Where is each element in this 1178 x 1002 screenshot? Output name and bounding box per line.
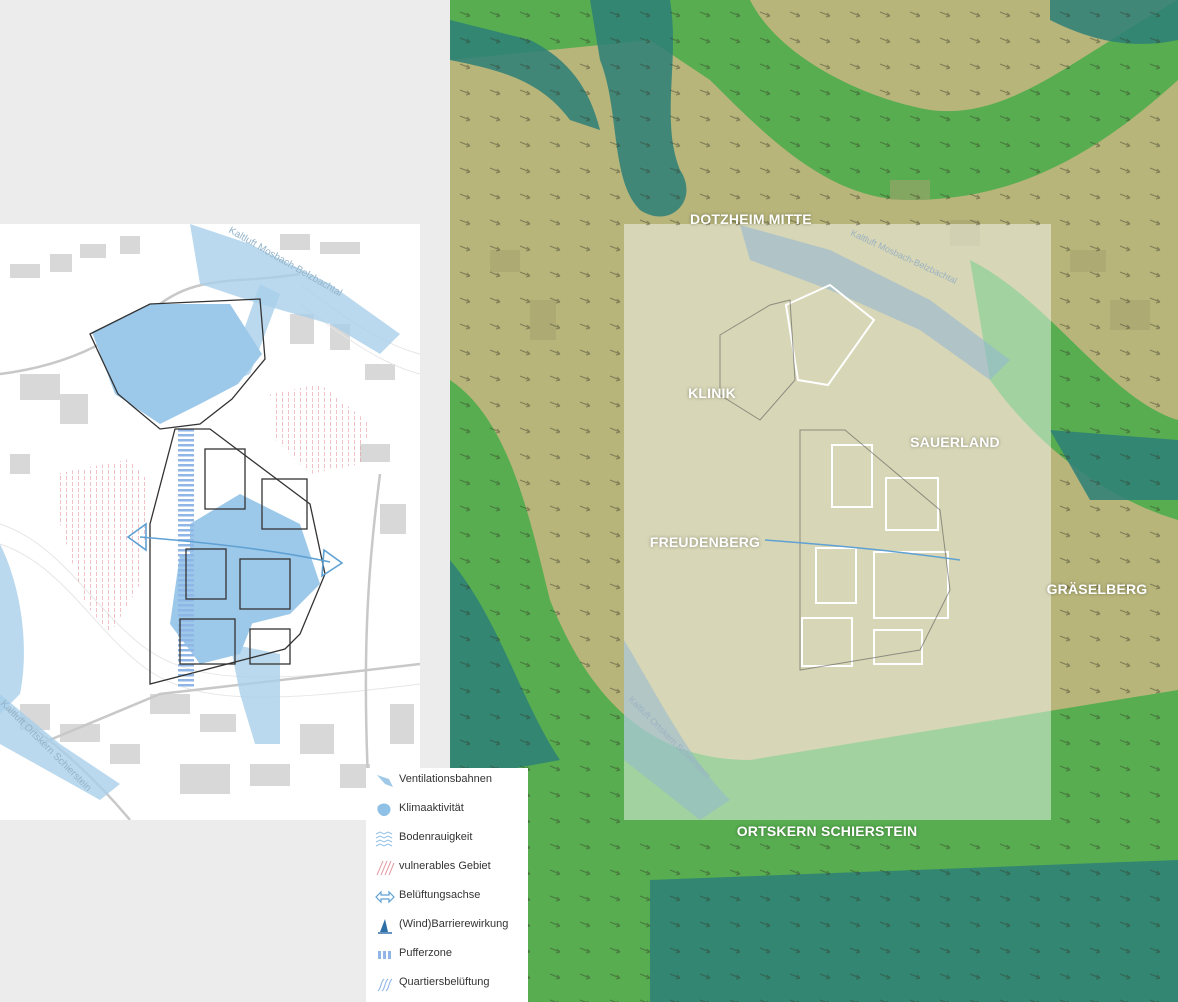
legend-item-pufferzone: Pufferzone [366,944,528,966]
legend-label: Quartiersbelüftung [399,976,490,988]
quarter-ventilation-icon [374,975,396,993]
legend-item-belueftungsachse: Belüftungsachse [366,886,528,908]
place-label-graeselberg: GRÄSELBERG [1046,581,1148,597]
place-label-schierstein: ORTSKERN SCHIERSTEIN [736,823,918,839]
wind-barrier-icon [374,917,396,935]
map-legend: Ventilationsbahnen Klimaaktivität Bodenr… [366,768,528,1002]
legend-label: Klimaaktivität [399,802,464,814]
legend-item-ventilationsbahnen: Ventilationsbahnen [366,770,528,792]
vulnerable-area-icon [374,859,396,877]
plan-overlay [624,224,1051,820]
terrain-wind-map: Kaltluft Ortskern Schierstein Kaltluft M… [450,0,1178,1002]
legend-item-quartiersbelueftung: Quartiersbelüftung [366,973,528,995]
legend-item-klimaaktivitaet: Klimaaktivität [366,799,528,821]
terrain-drawing: Kaltluft Ortskern Schierstein Kaltluft M… [450,0,1178,1002]
legend-item-vulnerables-gebiet: vulnerables Gebiet [366,857,528,879]
legend-item-bodenrauigkeit: Bodenrauigkeit [366,828,528,850]
site-plan-drawing: Kaltluft Mosbach-Belzbachtal Kaltluft Or… [0,224,420,820]
site-plan-map: Kaltluft Mosbach-Belzbachtal Kaltluft Or… [0,224,420,820]
legend-label: Belüftungsachse [399,889,481,901]
legend-label: Pufferzone [399,947,453,959]
legend-label: Ventilationsbahnen [399,773,492,785]
place-label-freudenberg: FREUDENBERG [649,534,761,550]
ventilation-path-icon [374,772,396,790]
climate-activity-icon [374,801,396,819]
ventilation-axis-icon [374,888,396,906]
legend-label: (Wind)Barrierewirkung [399,918,509,930]
legend-item-wind-barrierewirkung: (Wind)Barrierewirkung [366,915,528,937]
ground-roughness-icon [374,830,396,848]
legend-label: Bodenrauigkeit [399,831,473,843]
place-label-dotzheim: DOTZHEIM MITTE [690,211,812,227]
place-label-sauerland: SAUERLAND [910,434,1000,450]
place-label-klinik: KLINIK [688,385,736,401]
buffer-zone-icon [374,946,396,964]
legend-label: vulnerables Gebiet [399,860,491,872]
